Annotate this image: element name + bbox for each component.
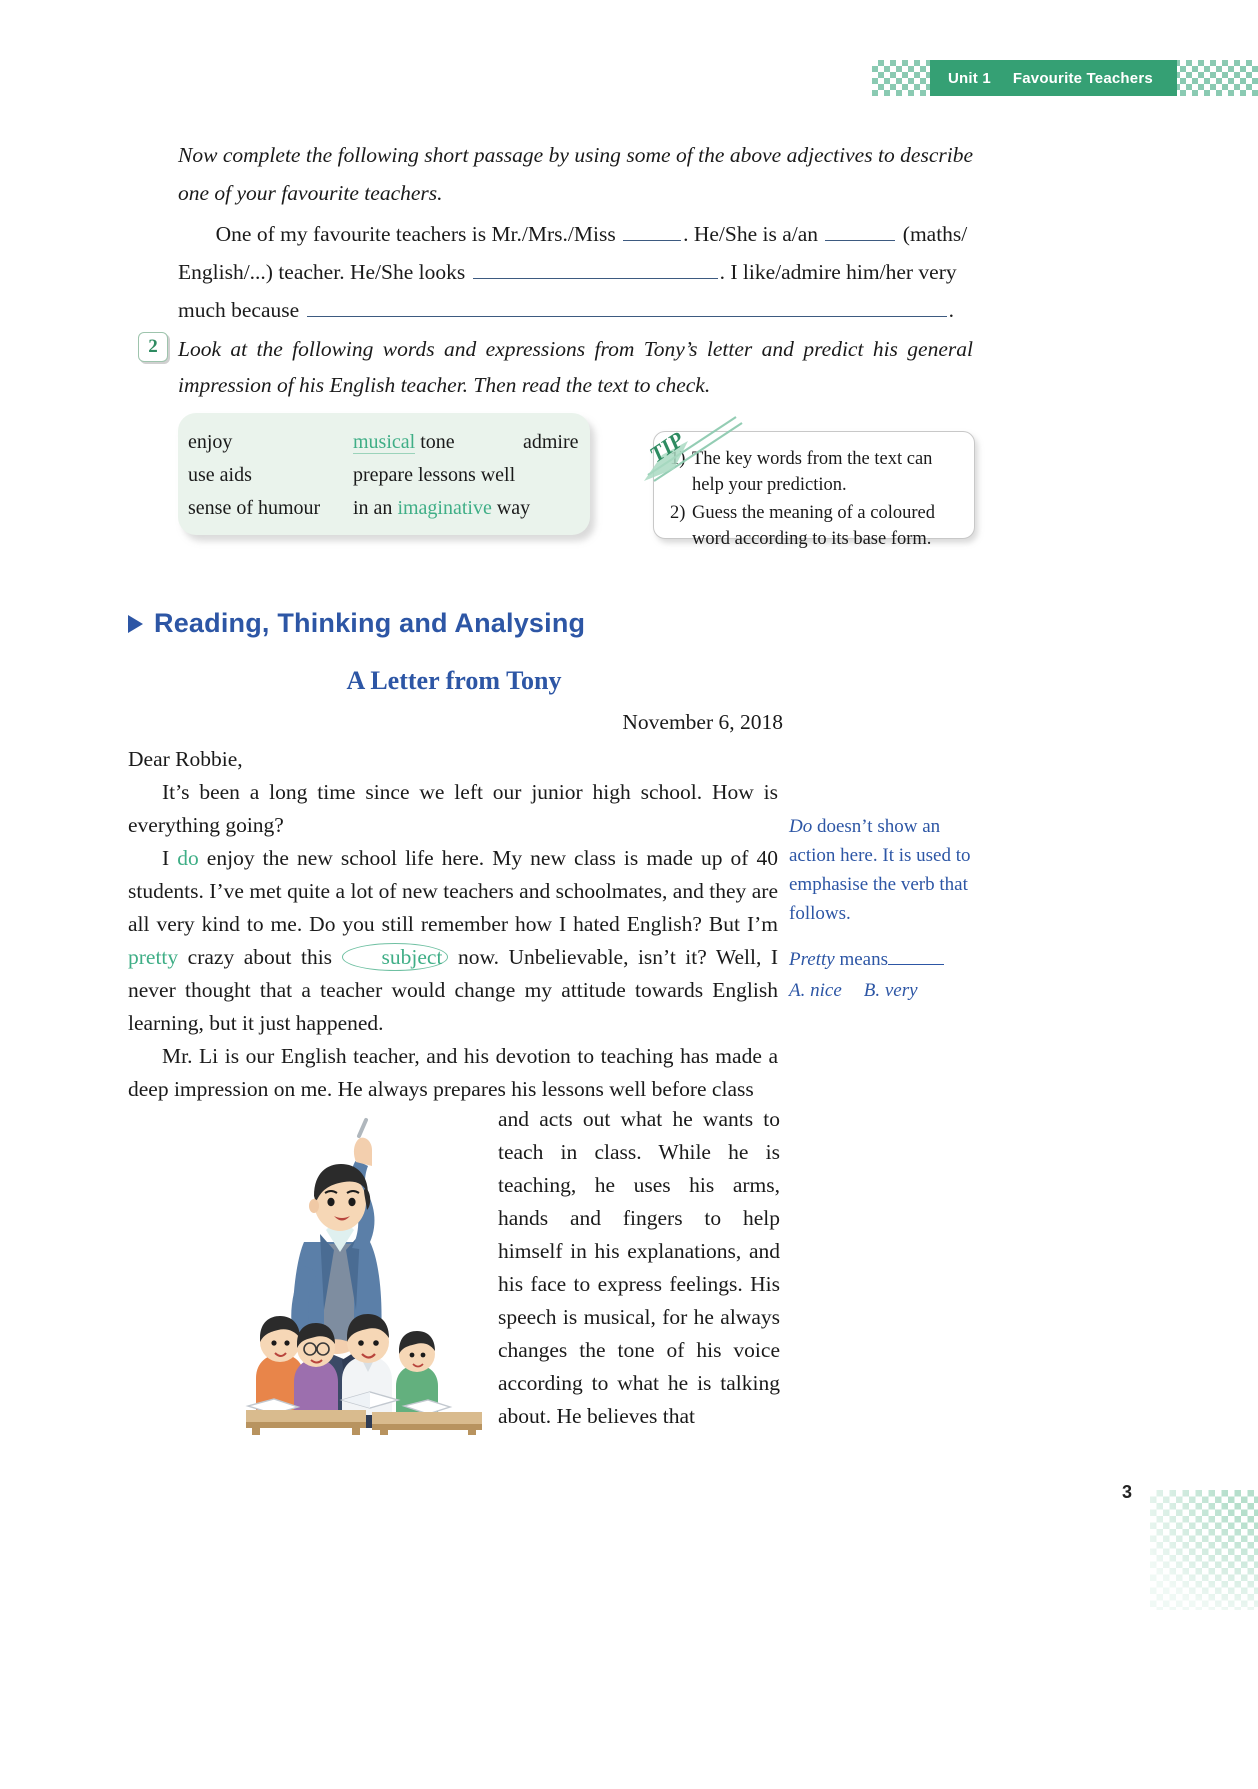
page-header-banner: Unit 1 Favourite Teachers [0, 60, 1258, 96]
page-number: 3 [1122, 1482, 1133, 1502]
passage-text-1a: One of my favourite teachers is Mr./Mrs.… [215, 222, 616, 246]
tip-item: 2) Guess the meaning of a coloured word … [670, 500, 964, 552]
word-cell-musical-tone: musical tone [353, 427, 523, 457]
triangle-bullet-icon [128, 614, 143, 633]
annotation-option-b[interactable]: B. very [864, 980, 918, 1001]
exercise-2-badge: 2 [138, 332, 168, 362]
annotation-do-keyword: Do [789, 816, 813, 837]
word-cell-admire: admire [523, 430, 579, 453]
annotation-do: Do doesn’t show an action here. It is us… [789, 812, 971, 928]
word-expression-box: enjoy musical tone admire use aids prepa… [178, 413, 590, 535]
word-cell-prepare-lessons-well: prepare lessons well [353, 463, 516, 486]
letter-title: A Letter from Tony [346, 666, 562, 695]
word-cell-way-tail: way [491, 497, 531, 520]
passage-line-2: English/...) teacher. He/She looks . I l… [178, 253, 976, 291]
passage-line-3: much because . [178, 291, 976, 329]
passage-text-1c: (maths/ [902, 222, 968, 246]
letter-body: Dear Robbie, It’s been a long time since… [128, 743, 778, 1106]
unit-tab: Unit 1 Favourite Teachers [930, 60, 1177, 96]
tip-list: 1) The key words from the text can help … [670, 446, 964, 554]
tip-item-text: The key words from the text can help you… [692, 449, 933, 495]
tip-item-number: 1) [670, 449, 686, 469]
letter-paragraph-1: It’s been a long time since we left our … [128, 780, 778, 837]
passage-blank-3[interactable] [472, 258, 718, 279]
annotation-pretty-blank[interactable] [888, 948, 945, 965]
annotation-pretty-keyword: Pretty [789, 949, 835, 970]
letter-p2-part3: crazy about this [178, 945, 342, 969]
word-highlight-imaginative: imaginative [397, 497, 492, 520]
passage-blank-1[interactable] [623, 220, 682, 241]
reading-section-heading: Reading, Thinking and Analysing [128, 608, 585, 639]
annotation-option-a[interactable]: A. nice [789, 980, 842, 1001]
passage-text-2b: . I like/admire him/her very [719, 260, 957, 284]
unit-number: Unit 1 [948, 69, 991, 87]
annotation-do-text: doesn’t show an action here. It is used … [789, 816, 971, 924]
reading-section-heading-text: Reading, Thinking and Analysing [154, 608, 586, 638]
passage-text-3a: much because [178, 298, 300, 322]
passage-text-3b: . [948, 298, 954, 322]
header-checker-left [872, 60, 938, 96]
word-grid: enjoy musical tone admire use aids prepa… [188, 425, 580, 525]
header-checker-right [1168, 60, 1258, 96]
passage-blank-2[interactable] [825, 220, 896, 241]
tip-item-number: 2) [670, 503, 686, 523]
letter-highlight-pretty: pretty [128, 945, 179, 969]
annotation-pretty-options: A. nice B. very [789, 976, 971, 1005]
tip-box-wrapper: 1) The key words from the text can help … [640, 415, 975, 549]
intro-instruction: Now complete the following short passage… [178, 143, 973, 205]
letter-p2-part2: enjoy the new school life here. My new c… [128, 846, 778, 936]
word-cell-imaginative-way: in an imaginative way [353, 493, 530, 523]
footer-checker-decoration [1150, 1490, 1258, 1610]
annotation-pretty-text: means [834, 949, 889, 970]
unit-title: Favourite Teachers [1012, 69, 1153, 87]
letter-circled-subject: subject [341, 943, 449, 971]
exercise-2-instruction: Look at the following words and expressi… [178, 337, 973, 397]
letter-paragraph-2: I do enjoy the new school life here. My … [128, 842, 778, 1040]
word-cell-tone-suffix: tone [415, 430, 455, 453]
annotation-pretty-question: Pretty means [789, 945, 971, 974]
annotation-pretty: Pretty means A. nice B. very [789, 945, 971, 1005]
word-highlight-musical: musical [353, 430, 416, 454]
letter-highlight-do: do [177, 846, 199, 870]
word-cell-in-an: in an [353, 497, 398, 520]
tip-box: 1) The key words from the text can help … [653, 431, 975, 549]
passage-blank-4[interactable] [306, 296, 947, 317]
tip-item: 1) The key words from the text can help … [670, 446, 964, 498]
letter-p2-part1: I [162, 846, 178, 870]
letter-paragraph-3-continued: and acts out what he wants to teach in c… [498, 1107, 780, 1428]
word-cell-enjoy: enjoy [188, 430, 233, 453]
passage-text-1b: . He/She is a/an [683, 222, 819, 246]
letter-paragraph-3: Mr. Li is our English teacher, and his d… [128, 1044, 778, 1101]
passage-line-1: One of my favourite teachers is Mr./Mrs.… [178, 215, 976, 253]
word-cell-sense-of-humour: sense of humour [188, 497, 321, 520]
letter-salutation: Dear Robbie, [128, 747, 243, 771]
classroom-teacher-illustration [128, 1110, 486, 1435]
fill-in-passage: One of my favourite teachers is Mr./Mrs.… [178, 215, 976, 329]
word-cell-use-aids: use aids [188, 463, 252, 486]
letter-date: November 6, 2018 [622, 710, 783, 734]
tip-item-text: Guess the meaning of a coloured word acc… [692, 503, 935, 549]
passage-text-2a: English/...) teacher. He/She looks [178, 260, 466, 284]
